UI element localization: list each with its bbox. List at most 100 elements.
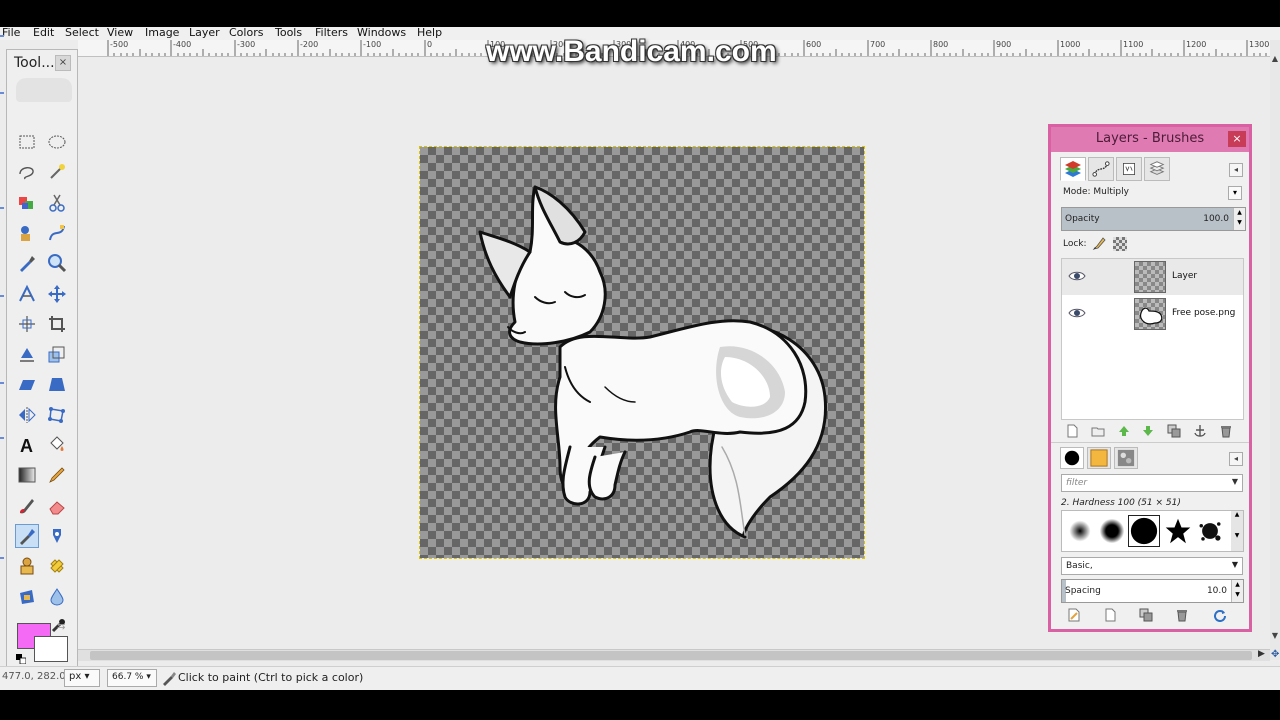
zoom-select[interactable]: 66.7 % ▾: [107, 669, 157, 687]
tool-free-select-button[interactable]: [15, 160, 39, 184]
tool-paintbrush-button[interactable]: [15, 494, 39, 518]
tool-crop-button[interactable]: [45, 312, 69, 336]
tool-clone-button[interactable]: [15, 554, 39, 578]
vertical-scrollbar[interactable]: ▲ ▼: [1270, 40, 1280, 660]
horizontal-scrollbar[interactable]: ▶: [78, 649, 1270, 661]
dock-close-button[interactable]: ×: [1228, 131, 1246, 147]
chevron-down-icon[interactable]: ▼: [1232, 560, 1238, 569]
edit-brush-icon[interactable]: [1067, 608, 1081, 622]
menu-filters[interactable]: Filters: [315, 27, 348, 39]
chevron-down-icon[interactable]: ▾: [1228, 186, 1242, 200]
tab-brushes[interactable]: [1060, 447, 1084, 469]
unit-select[interactable]: px ▾: [64, 669, 100, 687]
tool-perspective-clone-button[interactable]: [15, 585, 39, 609]
tool-bucket-fill-button[interactable]: [45, 433, 69, 457]
scroll-down-icon[interactable]: ▼: [1270, 631, 1280, 645]
layer-row[interactable]: Layer: [1062, 259, 1243, 295]
delete-brush-icon[interactable]: [1175, 608, 1189, 622]
chevron-down-icon[interactable]: ▼: [1232, 477, 1238, 486]
anchor-layer-icon[interactable]: [1193, 424, 1207, 438]
tool-blend-button[interactable]: [15, 463, 39, 487]
menu-tools[interactable]: Tools: [275, 27, 302, 39]
duplicate-layer-icon[interactable]: [1167, 424, 1181, 438]
spacing-slider[interactable]: Spacing 10.0 ▲ ▼: [1061, 579, 1244, 603]
tab-gradients[interactable]: [1114, 447, 1138, 469]
tool-align-button[interactable]: [15, 312, 39, 336]
tool-ellipse-select-button[interactable]: [45, 130, 69, 154]
tab-undo-history[interactable]: [1144, 157, 1170, 181]
menu-edit[interactable]: Edit: [33, 27, 54, 39]
dock-tab-menu-button[interactable]: ◂: [1229, 163, 1243, 177]
spacing-spin-buttons[interactable]: ▲ ▼: [1231, 580, 1243, 602]
brush-preset-select[interactable]: Basic, ▼: [1061, 557, 1243, 575]
tool-perspective-button[interactable]: [45, 372, 69, 396]
tool-measure-button[interactable]: [15, 282, 39, 306]
toolbox-close-button[interactable]: ×: [55, 55, 71, 71]
duplicate-brush-icon[interactable]: [1139, 608, 1153, 622]
tool-rotate-button[interactable]: [15, 342, 39, 366]
layer-mode-select[interactable]: Mode: Multiply: [1063, 187, 1129, 197]
lock-pixels-icon[interactable]: [1091, 235, 1107, 251]
new-brush-icon[interactable]: [1103, 608, 1117, 622]
tool-cage-button[interactable]: [45, 403, 69, 427]
tab-layers[interactable]: [1060, 157, 1086, 181]
tab-patterns[interactable]: [1087, 447, 1111, 469]
tool-rect-select-button[interactable]: [15, 130, 39, 154]
layer-row[interactable]: Free pose.png: [1062, 296, 1243, 332]
lock-alpha-icon[interactable]: [1113, 237, 1127, 251]
brush-scrollbar[interactable]: ▲ ▼: [1231, 511, 1243, 551]
brush-filter-input[interactable]: filter ▼: [1061, 474, 1243, 492]
brush-fuzzy-small[interactable]: [1064, 515, 1096, 547]
tool-heal-button[interactable]: [45, 554, 69, 578]
menu-windows[interactable]: Windows: [357, 27, 406, 39]
eye-icon[interactable]: [1068, 269, 1086, 283]
tool-color-picker-button[interactable]: [15, 251, 39, 275]
menu-view[interactable]: View: [107, 27, 133, 39]
eye-icon[interactable]: [1068, 306, 1086, 320]
navigate-icon[interactable]: ✥: [1271, 649, 1279, 660]
brush-tab-menu-button[interactable]: ◂: [1229, 452, 1243, 466]
brush-splatter[interactable]: [1194, 515, 1226, 547]
horizontal-scroll-thumb[interactable]: [90, 651, 1252, 660]
tool-ink-button[interactable]: [45, 524, 69, 548]
background-color-swatch[interactable]: [34, 636, 68, 662]
tool-scale-button[interactable]: [45, 342, 69, 366]
tool-shear-button[interactable]: [15, 372, 39, 396]
brush-hardness-100[interactable]: [1128, 515, 1160, 547]
menu-select[interactable]: Select: [65, 27, 99, 39]
layer-name[interactable]: Free pose.png: [1172, 308, 1235, 318]
tab-paths[interactable]: [1088, 157, 1114, 181]
dock-title-bar[interactable]: Layers - Brushes ×: [1051, 127, 1249, 152]
menu-file[interactable]: File: [2, 27, 20, 39]
opacity-spin-buttons[interactable]: ▲ ▼: [1233, 208, 1245, 230]
tool-fuzzy-select-button[interactable]: [45, 160, 69, 184]
scroll-right-icon[interactable]: ▶: [1258, 649, 1265, 659]
menu-colors[interactable]: Colors: [229, 27, 263, 39]
refresh-icon[interactable]: [1213, 608, 1227, 622]
tool-text-button[interactable]: A: [15, 433, 39, 457]
swap-colors-icon[interactable]: ⇆: [57, 621, 65, 632]
tool-flip-button[interactable]: [15, 403, 39, 427]
tool-zoom-button[interactable]: [45, 251, 69, 275]
delete-layer-icon[interactable]: [1219, 424, 1233, 438]
new-layer-icon[interactable]: [1065, 424, 1079, 438]
tool-move-button[interactable]: [45, 282, 69, 306]
tool-scissors-button[interactable]: [45, 191, 69, 215]
opacity-slider[interactable]: Opacity 100.0 ▲ ▼: [1061, 207, 1246, 231]
layer-name[interactable]: Layer: [1172, 271, 1197, 281]
tool-blur-button[interactable]: [45, 585, 69, 609]
tool-color-select-button[interactable]: [15, 191, 39, 215]
new-layer-group-icon[interactable]: [1091, 424, 1105, 438]
default-colors-icon[interactable]: [16, 654, 26, 664]
tool-airbrush-button[interactable]: [15, 524, 39, 548]
tool-paths-button[interactable]: [45, 221, 69, 245]
tool-foreground-select-button[interactable]: [15, 221, 39, 245]
raise-layer-icon[interactable]: [1117, 424, 1131, 438]
menu-layer[interactable]: Layer: [189, 27, 220, 39]
brush-star[interactable]: [1162, 515, 1194, 547]
tool-eraser-button[interactable]: [45, 494, 69, 518]
lower-layer-icon[interactable]: [1141, 424, 1155, 438]
image-canvas[interactable]: [420, 147, 864, 558]
menu-help[interactable]: Help: [417, 27, 442, 39]
scroll-up-icon[interactable]: ▲: [1270, 54, 1280, 68]
